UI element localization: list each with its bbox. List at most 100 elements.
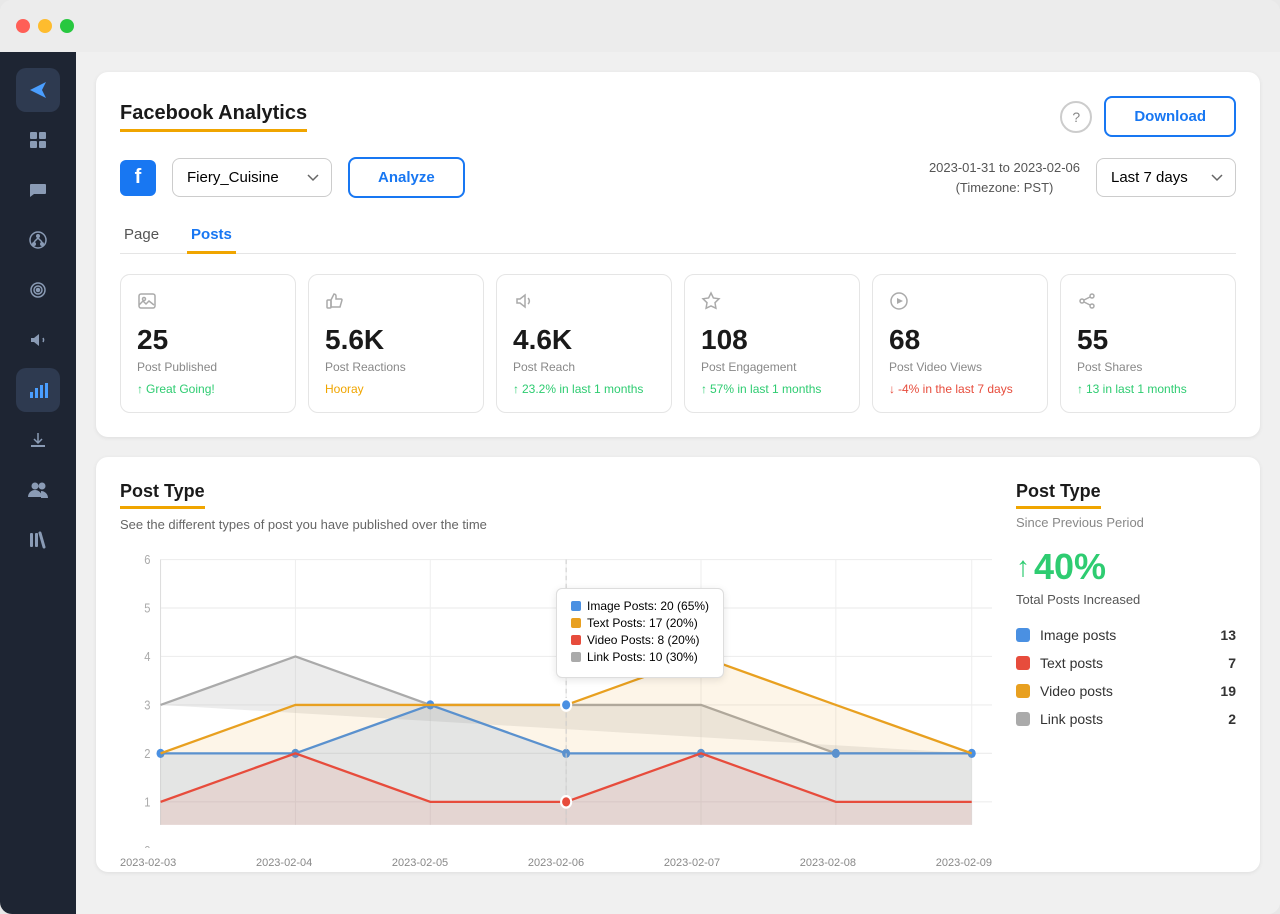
period-select[interactable]: Last 7 days Last 14 days Last 30 days [1096,158,1236,197]
legend-label-link: Link posts [1040,711,1103,727]
panel-subtitle: Since Previous Period [1016,515,1236,530]
toolbar-right: 2023-01-31 to 2023-02-06 (Timezone: PST)… [929,158,1236,197]
svg-text:6: 6 [144,552,151,567]
sidebar-item-download[interactable] [16,418,60,462]
stat-label-engagement: Post Engagement [701,360,843,374]
legend-label-video: Video posts [1040,683,1113,699]
stat-post-engagement: 108 Post Engagement ↑57% in last 1 month… [684,274,860,413]
legend-item-image: Image posts 13 [1016,627,1236,643]
sidebar-item-analytics[interactable] [16,368,60,412]
chart-area: Post Type See the different types of pos… [120,481,992,848]
stat-trend-shares: ↑13 in last 1 months [1077,382,1219,396]
legend-dot-video [1016,684,1030,698]
svg-text:3: 3 [144,698,151,713]
close-button[interactable] [16,19,30,33]
sidebar-item-library[interactable] [16,518,60,562]
sidebar-item-chat[interactable] [16,168,60,212]
legend-dot-image [1016,628,1030,642]
increase-label: Total Posts Increased [1016,592,1236,607]
sidebar-item-megaphone[interactable] [16,318,60,362]
legend-count-link: 2 [1228,711,1236,727]
image-icon [137,291,279,316]
stat-value-reach: 4.6K [513,324,655,356]
speaker-icon [513,291,655,316]
tab-posts[interactable]: Posts [187,218,236,254]
minimize-button[interactable] [38,19,52,33]
toolbar: f Fiery_Cuisine Analyze 2023-01-31 to 20… [120,157,1236,198]
thumbs-icon [325,291,467,316]
date-range-info: 2023-01-31 to 2023-02-06 (Timezone: PST) [929,158,1080,197]
legend-dot-link [1016,712,1030,726]
stats-grid: 25 Post Published ↑Great Going! [120,274,1236,413]
legend-count-text: 7 [1228,655,1236,671]
play-icon [889,291,1031,316]
share-icon [1077,291,1219,316]
titlebar [0,0,1280,52]
stat-label-video-views: Post Video Views [889,360,1031,374]
stat-trend-reactions: Hooray [325,382,467,396]
star-icon [701,291,843,316]
account-select[interactable]: Fiery_Cuisine [172,158,332,197]
stat-post-video-views: 68 Post Video Views ↓-4% in the last 7 d… [872,274,1048,413]
stat-value-engagement: 108 [701,324,843,356]
panel-title: Post Type [1016,481,1101,509]
stat-value-video-views: 68 [889,324,1031,356]
facebook-icon: f [120,160,156,196]
main-content: Facebook Analytics ? Download f Fiery_Cu… [76,52,1280,914]
help-button[interactable]: ? [1060,101,1092,133]
analyze-button[interactable]: Analyze [348,157,465,198]
chart-container: Image Posts: 20 (65%) Text Posts: 17 (20… [120,548,992,848]
header-actions: ? Download [1060,96,1236,137]
chart-subtitle: See the different types of post you have… [120,517,992,532]
sidebar-item-target[interactable] [16,268,60,312]
sidebar-item-network[interactable] [16,218,60,262]
legend-label-text: Text posts [1040,655,1103,671]
increase-percentage: ↑ 40% [1016,546,1236,588]
legend-count-video: 19 [1220,683,1236,699]
legend-item-link: Link posts 2 [1016,711,1236,727]
stat-label-reactions: Post Reactions [325,360,467,374]
line-chart-svg: 6 5 4 3 2 1 0 [120,548,992,848]
stat-label-reach: Post Reach [513,360,655,374]
stat-value-shares: 55 [1077,324,1219,356]
maximize-button[interactable] [60,19,74,33]
sidebar-item-groups[interactable] [16,468,60,512]
legend-dot-text [1016,656,1030,670]
svg-text:4: 4 [144,649,151,664]
tab-page[interactable]: Page [120,218,163,254]
legend-item-text: Text posts 7 [1016,655,1236,671]
stat-label-published: Post Published [137,360,279,374]
stat-trend-reach: ↑23.2% in last 1 months [513,382,655,396]
stat-post-reactions: 5.6K Post Reactions Hooray [308,274,484,413]
stat-post-shares: 55 Post Shares ↑13 in last 1 months [1060,274,1236,413]
sidebar [0,52,76,914]
legend-list: Image posts 13 Text posts 7 [1016,627,1236,727]
post-type-section: Post Type See the different types of pos… [120,481,1236,848]
sidebar-item-send[interactable] [16,68,60,112]
legend-item-video: Video posts 19 [1016,683,1236,699]
download-button[interactable]: Download [1104,96,1236,137]
post-type-title: Post Type [120,481,205,509]
stat-label-shares: Post Shares [1077,360,1219,374]
analytics-card: Facebook Analytics ? Download f Fiery_Cu… [96,72,1260,437]
legend-label-image: Image posts [1040,627,1116,643]
tabs: Page Posts [120,218,1236,254]
svg-text:2: 2 [144,746,151,761]
legend-count-image: 13 [1220,627,1236,643]
post-type-card: Post Type See the different types of pos… [96,457,1260,872]
x-axis-labels: 2023-02-03 2023-02-04 2023-02-05 2023-02… [120,857,992,869]
svg-text:1: 1 [144,795,151,810]
stat-value-reactions: 5.6K [325,324,467,356]
stat-trend-video-views: ↓-4% in the last 7 days [889,382,1031,396]
svg-text:0: 0 [144,843,151,848]
card-header: Facebook Analytics ? Download [120,96,1236,137]
page-title: Facebook Analytics [120,102,307,132]
stat-post-reach: 4.6K Post Reach ↑23.2% in last 1 months [496,274,672,413]
stat-trend-published: ↑Great Going! [137,382,279,396]
svg-text:5: 5 [144,601,151,616]
stat-value-published: 25 [137,324,279,356]
post-type-panel: Post Type Since Previous Period ↑ 40% To… [1016,481,1236,848]
stat-post-published: 25 Post Published ↑Great Going! [120,274,296,413]
sidebar-item-dashboard[interactable] [16,118,60,162]
stat-trend-engagement: ↑57% in last 1 months [701,382,843,396]
